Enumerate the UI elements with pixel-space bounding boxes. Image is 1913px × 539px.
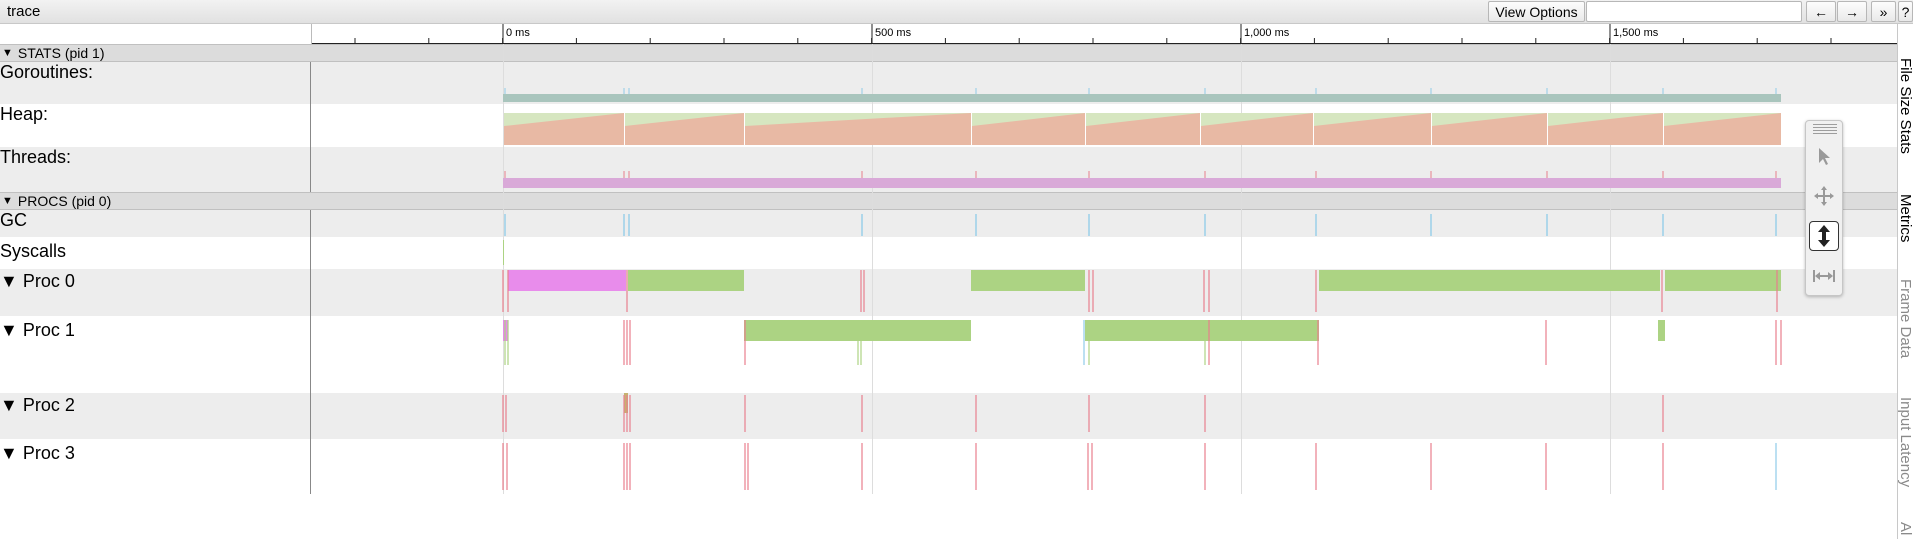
pan-arrows-icon bbox=[1814, 186, 1834, 206]
proc1-running-slice bbox=[1085, 320, 1319, 341]
proc0-running-slice bbox=[1319, 270, 1660, 291]
proc0-running-slice bbox=[971, 270, 1085, 291]
proc0-running-slice bbox=[1665, 270, 1781, 291]
threads-ticks bbox=[504, 171, 1777, 178]
zoom-vertical-arrows-icon bbox=[1818, 225, 1830, 247]
pointer-arrow-icon bbox=[1819, 148, 1830, 165]
selection-mode-button[interactable] bbox=[1809, 141, 1839, 171]
side-tab-frame-data[interactable]: Frame Data bbox=[1897, 279, 1913, 358]
side-tab-input-latency[interactable]: Input Latency bbox=[1897, 397, 1913, 487]
goroutines-counter-bar bbox=[503, 94, 1781, 102]
zoom-mode-button[interactable] bbox=[1809, 221, 1839, 251]
proc1-running-slice bbox=[1658, 320, 1665, 341]
proc0-gc-slice bbox=[508, 270, 626, 291]
heap-counter bbox=[504, 113, 1781, 145]
proc3-ticks bbox=[502, 443, 1777, 490]
proc0-running-slice bbox=[628, 270, 744, 291]
proc2-ticks bbox=[502, 395, 1664, 432]
trace-canvas[interactable] bbox=[0, 0, 1900, 539]
help-button[interactable]: ? bbox=[1898, 1, 1913, 22]
syscall-mark bbox=[503, 240, 504, 265]
goroutines-ticks bbox=[504, 88, 1777, 94]
side-tab-al[interactable]: Al bbox=[1897, 522, 1913, 535]
timing-range-icon bbox=[1813, 270, 1835, 282]
pan-mode-button[interactable] bbox=[1809, 181, 1839, 211]
side-panel-tabs: File Size Stats Metrics Frame Data Input… bbox=[1897, 24, 1913, 539]
threads-counter-bar bbox=[503, 178, 1781, 188]
grid-lines bbox=[503, 44, 1611, 494]
timing-mode-button[interactable] bbox=[1809, 261, 1839, 291]
gc-marks bbox=[504, 214, 1777, 236]
mouse-mode-selector[interactable] bbox=[1805, 120, 1843, 296]
drag-handle-icon[interactable] bbox=[1813, 124, 1837, 134]
side-tab-metrics[interactable]: Metrics bbox=[1897, 194, 1913, 242]
side-tab-file-size-stats[interactable]: File Size Stats bbox=[1897, 58, 1913, 154]
